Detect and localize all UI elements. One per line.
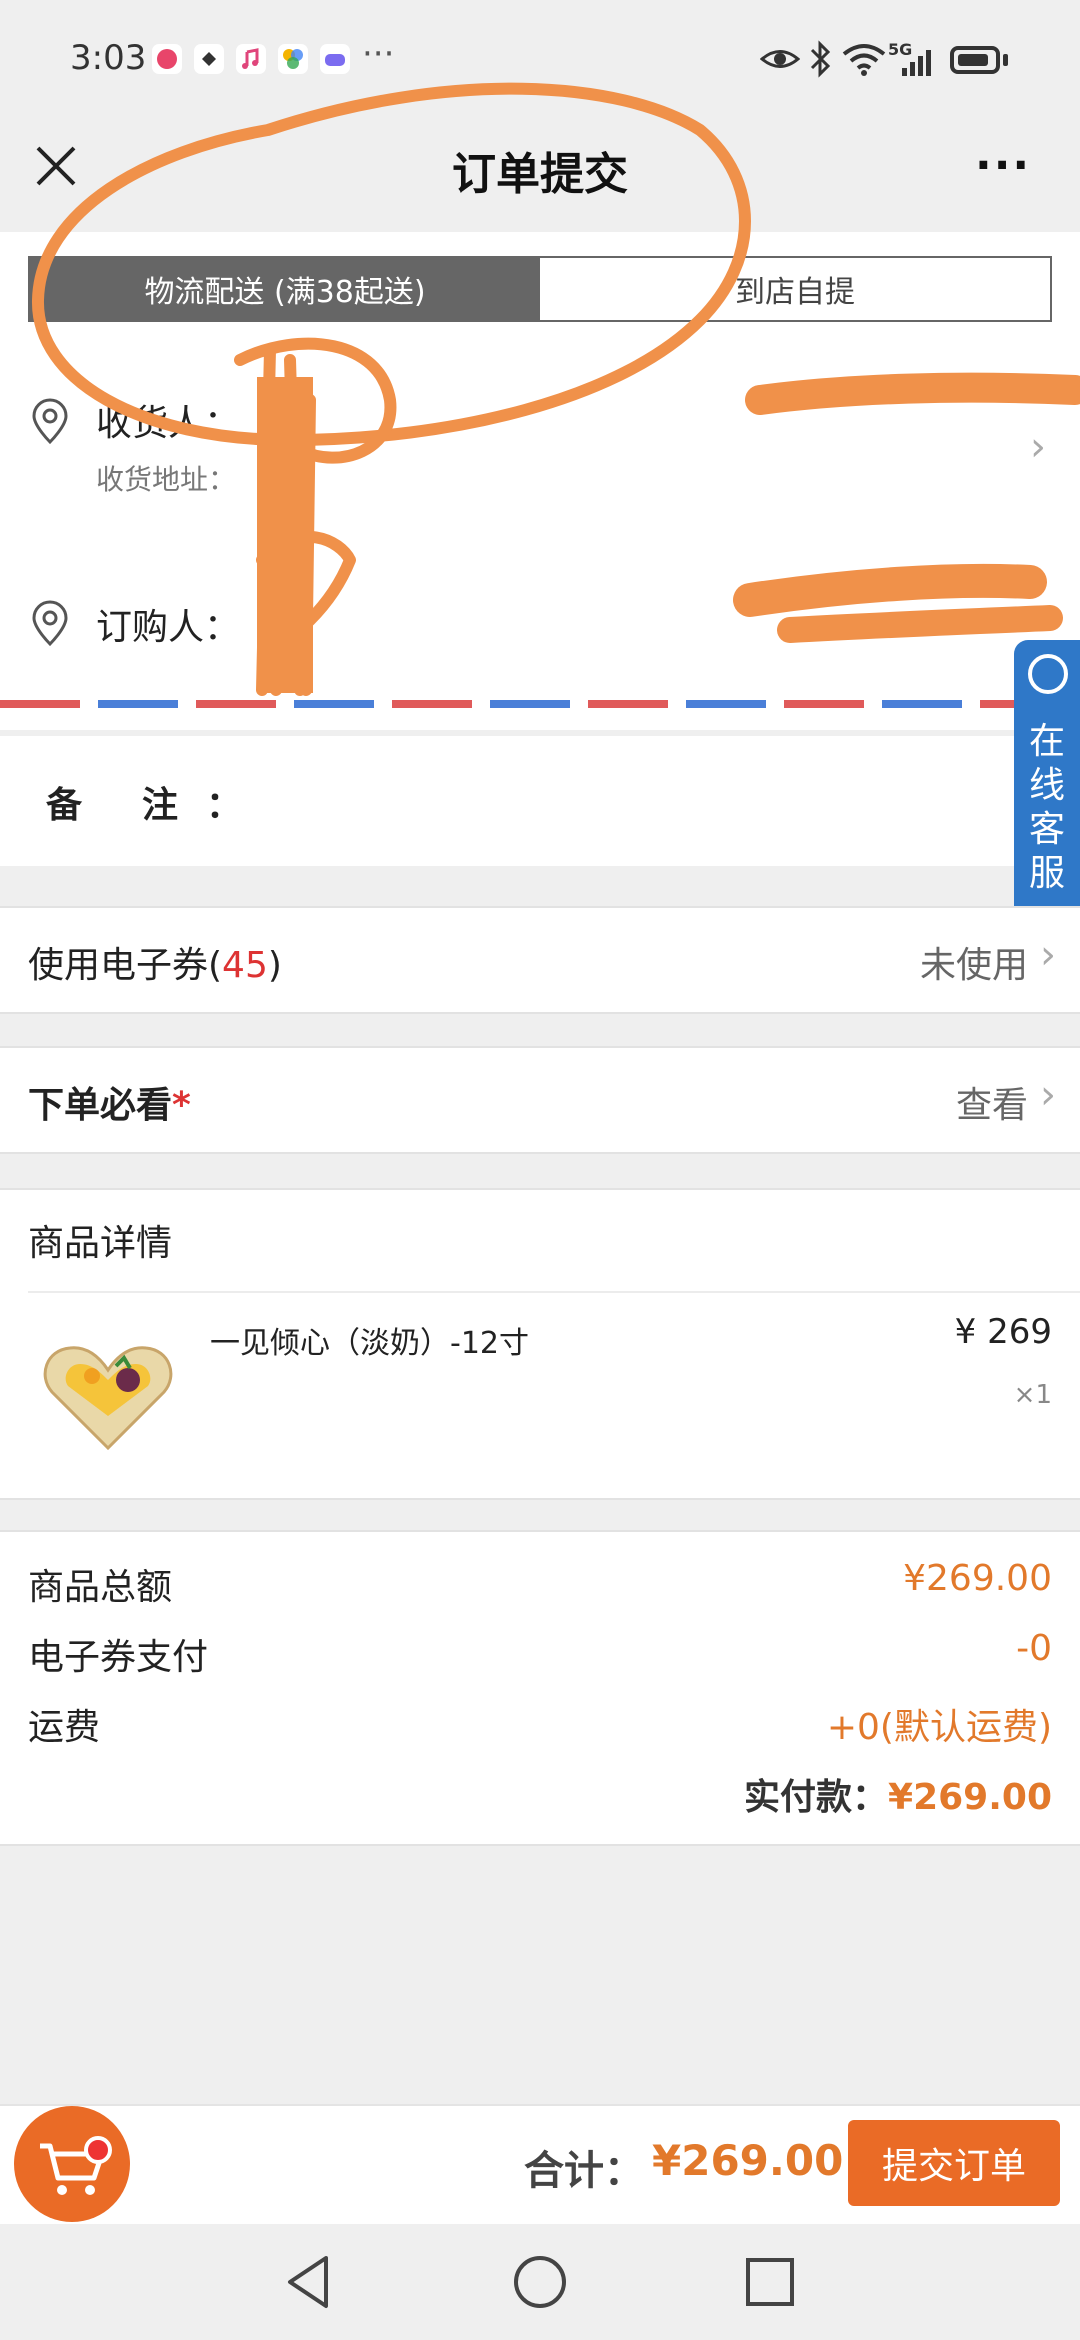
total-value: ¥269.00 [652,2136,844,2185]
more-notifications-icon: ··· [362,34,395,74]
consignee-label: 收货人： [96,403,241,444]
goods-divider [28,1291,1080,1293]
coupon-chevron-icon[interactable]: › [1040,932,1056,978]
order-notice-text: 下单必看 [28,1085,173,1126]
music-app-icon [236,44,266,74]
recents-icon[interactable] [744,2256,796,2308]
more-options-icon[interactable]: ··· [975,140,1031,191]
battery-level [958,54,988,66]
product-name[interactable]: 一见倾心（淡奶）-12寸 [210,1318,529,1362]
battery-tip [1003,54,1008,66]
headset-icon [1028,654,1068,694]
buyer-label: 订购人： [96,607,241,648]
delivery-mode-tabs: 物流配送 (满38起送) 到店自提 [28,256,1052,322]
signal-icon [902,50,931,76]
diamond-app-icon [194,44,224,74]
order-notice-label: 下单必看* [28,1076,191,1128]
coupon-label-suffix: ) [267,945,282,986]
coupon-label: 使用电子券(45) [28,936,282,988]
coupon-payment-value: -0 [1016,1628,1052,1669]
coupon-count: 45 [222,945,268,986]
online-service-label: 在线客服 [1028,721,1065,894]
goods-header: 商品详情 [28,1223,173,1264]
home-icon[interactable] [512,2254,568,2310]
product-quantity: ×1 [1013,1380,1052,1410]
back-icon[interactable] [282,2252,334,2312]
cart-badge [84,2136,112,2164]
buyer-pin-icon [32,600,68,647]
status-time: 3:03 [70,38,147,78]
coupon-status: 未使用 [919,945,1028,986]
app-notification-icon [152,44,182,74]
notice-chevron-icon[interactable]: › [1040,1072,1056,1118]
tab-store-pickup[interactable]: 到店自提 [540,258,1050,320]
total-label: 合计： [524,2148,644,2194]
address-chevron-icon[interactable]: › [1030,424,1046,470]
coupon-payment-label: 电子券支付 [28,1637,209,1678]
photos-app-icon [278,44,308,74]
battery-icon [950,46,1000,74]
bluetooth-icon [810,40,831,78]
location-pin-icon [32,398,68,445]
paid-amount: 实付款：¥269.00 [500,1768,1052,1820]
paid-label: 实付款： [744,1777,889,1818]
subtotal-value: ¥269.00 [903,1558,1052,1599]
paid-value: ¥269.00 [888,1777,1052,1818]
subtotal-label: 商品总额 [28,1567,173,1608]
address-label: 收货地址： [96,463,237,496]
tab-logistics-delivery[interactable]: 物流配送 (满38起送) [30,258,540,320]
remark-colon: ： [206,785,243,826]
eye-icon [760,50,800,68]
coupon-label-text: 使用电子券( [28,945,223,986]
submit-order-button[interactable]: 提交订单 [848,2120,1060,2206]
shipping-value: +0(默认运费) [826,1707,1052,1748]
wifi-icon [842,44,886,76]
order-notice-view: 查看 [955,1085,1028,1126]
required-mark: * [172,1085,191,1126]
product-thumbnail[interactable] [38,1336,178,1456]
airmail-divider [0,700,1080,708]
product-price: ¥ 269 [954,1312,1052,1352]
page-title: 订单提交 [452,149,628,200]
shipping-label: 运费 [28,1707,101,1748]
game-app-icon [320,44,350,74]
